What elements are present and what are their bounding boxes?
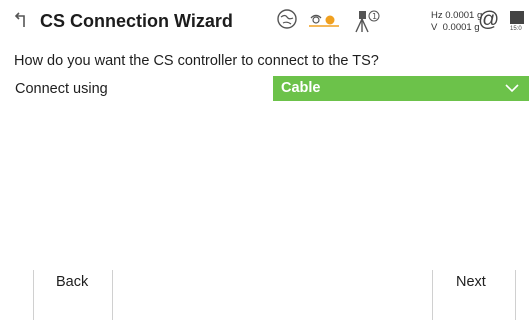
top-bar: CS Connection Wizard 1 Hz 0.0001 g V 0.0… [0, 0, 529, 44]
next-button[interactable]: Next [433, 270, 515, 320]
softkey-divider [515, 270, 516, 320]
v-readout: V 0.0001 g [431, 22, 480, 33]
question-text: How do you want the CS controller to con… [14, 53, 379, 69]
hz-readout: Hz 0.0001 g [431, 10, 483, 21]
battery-label: 15:0 [510, 26, 522, 32]
connect-using-value: Cable [281, 80, 321, 96]
globe-icon[interactable] [276, 8, 298, 30]
prism-target-icon[interactable] [307, 8, 341, 30]
chevron-down-icon [505, 84, 519, 93]
at-icon[interactable]: @ [478, 8, 499, 32]
connect-using-dropdown[interactable]: Cable [273, 76, 529, 101]
back-arrow-icon[interactable] [14, 11, 30, 29]
battery-icon[interactable] [510, 11, 524, 24]
next-button-label: Next [456, 274, 486, 290]
tripod-1-icon[interactable]: 1 [352, 8, 382, 34]
page-title: CS Connection Wizard [40, 11, 233, 31]
back-button-label: Back [56, 274, 89, 290]
svg-text:1: 1 [372, 12, 377, 21]
angle-readout: Hz 0.0001 g V 0.0001 g [431, 10, 482, 34]
connect-using-label: Connect using [15, 81, 108, 97]
back-button[interactable]: Back [34, 270, 112, 320]
softkey-divider [112, 270, 113, 320]
